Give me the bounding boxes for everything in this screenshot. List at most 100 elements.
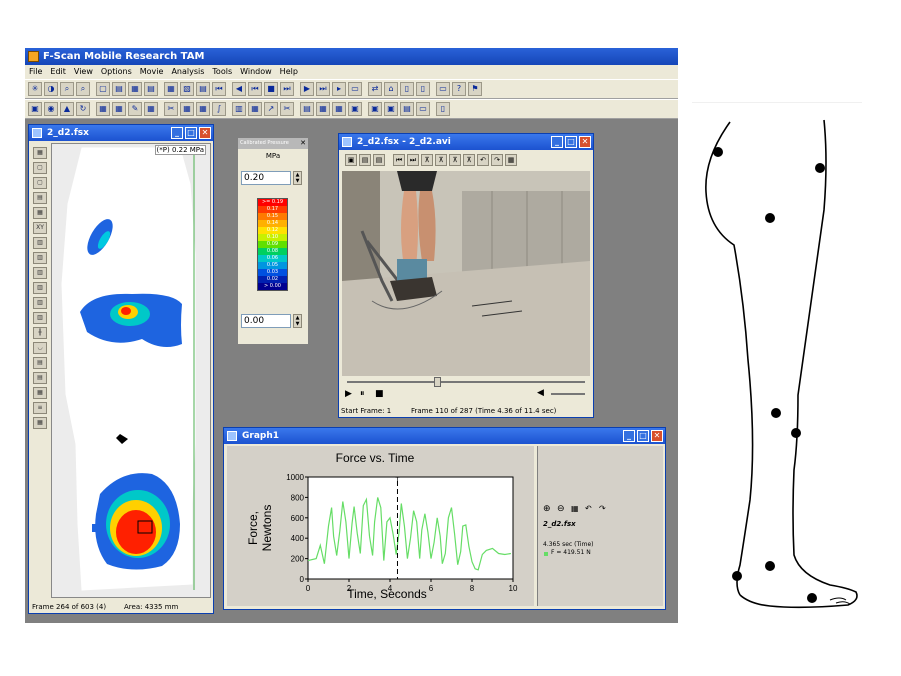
- map-tool-9-icon[interactable]: ▥: [33, 282, 47, 294]
- minimize-button[interactable]: _: [551, 136, 563, 148]
- main-tool-7-icon[interactable]: ▤: [144, 82, 158, 96]
- video-tool-6-icon[interactable]: ⊼: [435, 154, 447, 166]
- main-tool-12-icon[interactable]: ◀: [232, 82, 246, 96]
- analysis-tool-3-icon[interactable]: ↻: [76, 102, 90, 116]
- main-tool-15-icon[interactable]: ⏭: [280, 82, 294, 96]
- analysis-tool-5-icon[interactable]: ▦: [112, 102, 126, 116]
- sensor-map-area[interactable]: (*P) 0.22 MPa: [51, 143, 211, 598]
- main-tool-9-icon[interactable]: ▧: [180, 82, 194, 96]
- pressure-map-title-bar[interactable]: 2_d2.fsx _ □ ✕: [29, 125, 213, 141]
- analysis-tool-1-icon[interactable]: ◉: [44, 102, 58, 116]
- video-tool-1-icon[interactable]: ▤: [359, 154, 371, 166]
- zoom-out-icon[interactable]: ⊖: [557, 504, 565, 514]
- map-tool-11-icon[interactable]: ▥: [33, 312, 47, 324]
- map-tool-7-icon[interactable]: ▥: [33, 252, 47, 264]
- video-progress-track[interactable]: [347, 381, 585, 383]
- xy-plot-button[interactable]: XY: [33, 222, 47, 234]
- menu-item-tools[interactable]: Tools: [212, 67, 232, 76]
- data-view-icon[interactable]: ▦: [571, 504, 579, 513]
- video-window[interactable]: 2_d2.fsx - 2_d2.avi _ □ ✕ ▣ ▤ ▤ ⏮ ⏭ ⊼ ⊼ ⊼ ⊼ ↶ ↷ ▦: [338, 133, 594, 418]
- menu-item-edit[interactable]: Edit: [50, 67, 66, 76]
- analysis-tool-16-icon[interactable]: ▤: [300, 102, 314, 116]
- map-tool-16-icon[interactable]: ▦: [33, 387, 47, 399]
- main-tool-23-icon[interactable]: ▯: [416, 82, 430, 96]
- analysis-tool-13-icon[interactable]: ▦: [248, 102, 262, 116]
- main-tool-4-icon[interactable]: ▢: [96, 82, 110, 96]
- video-tool-11-icon[interactable]: ▦: [505, 154, 517, 166]
- video-tool-9-icon[interactable]: ↶: [477, 154, 489, 166]
- main-tool-0-icon[interactable]: ✳: [28, 82, 42, 96]
- analysis-tool-18-icon[interactable]: ▦: [332, 102, 346, 116]
- map-tool-3-icon[interactable]: ▤: [33, 192, 47, 204]
- minimize-button[interactable]: _: [623, 430, 635, 442]
- video-tool-4-icon[interactable]: ⏭: [407, 154, 419, 166]
- volume-slider[interactable]: [551, 393, 585, 395]
- cursor-left-icon[interactable]: ↶: [585, 504, 592, 513]
- video-tool-8-icon[interactable]: ⊼: [463, 154, 475, 166]
- maximize-button[interactable]: □: [185, 127, 197, 139]
- main-tool-1-icon[interactable]: ◑: [44, 82, 58, 96]
- map-tool-15-icon[interactable]: ▤: [33, 372, 47, 384]
- video-tool-3-icon[interactable]: ⏮: [393, 154, 405, 166]
- video-tool-0-icon[interactable]: ▣: [345, 154, 357, 166]
- graph-title-bar[interactable]: Graph1 _ □ ✕: [224, 428, 665, 444]
- main-tool-22-icon[interactable]: ▯: [400, 82, 414, 96]
- main-tool-5-icon[interactable]: ▤: [112, 82, 126, 96]
- close-button[interactable]: ✕: [651, 430, 663, 442]
- analysis-tool-10-icon[interactable]: ▦: [196, 102, 210, 116]
- analysis-tool-6-icon[interactable]: ✎: [128, 102, 142, 116]
- maximize-button[interactable]: □: [565, 136, 577, 148]
- analysis-tool-21-icon[interactable]: ▣: [384, 102, 398, 116]
- zoom-in-icon[interactable]: ⊕: [543, 504, 551, 514]
- main-tool-6-icon[interactable]: ▦: [128, 82, 142, 96]
- analysis-tool-20-icon[interactable]: ▣: [368, 102, 382, 116]
- analysis-tool-4-icon[interactable]: ▦: [96, 102, 110, 116]
- main-tool-2-icon[interactable]: ⌕: [60, 82, 74, 96]
- analysis-tool-23-icon[interactable]: ▭: [416, 102, 430, 116]
- main-tool-3-icon[interactable]: ⌕: [76, 82, 90, 96]
- main-tool-16-icon[interactable]: ▶: [300, 82, 314, 96]
- main-tool-19-icon[interactable]: ▭: [348, 82, 362, 96]
- map-tool-17-icon[interactable]: ≡: [33, 402, 47, 414]
- cursor-right-icon[interactable]: ↷: [599, 504, 606, 513]
- legend-title-bar[interactable]: Calibrated Pressure ✕: [238, 138, 308, 149]
- main-tool-20-icon[interactable]: ⇄: [368, 82, 382, 96]
- map-tool-13-icon[interactable]: ◡: [33, 342, 47, 354]
- map-tool-0-icon[interactable]: ▦: [33, 147, 47, 159]
- volume-icon[interactable]: ◀: [537, 388, 544, 398]
- analysis-tool-0-icon[interactable]: ▣: [28, 102, 42, 116]
- analysis-tool-8-icon[interactable]: ✂: [164, 102, 178, 116]
- min-value-field[interactable]: 0.00: [241, 314, 291, 328]
- map-tool-18-icon[interactable]: ▦: [33, 417, 47, 429]
- main-tool-11-icon[interactable]: ⏮: [212, 82, 226, 96]
- map-tool-2-icon[interactable]: ▢: [33, 177, 47, 189]
- legend-close-icon[interactable]: ✕: [300, 138, 306, 149]
- analysis-tool-14-icon[interactable]: ↗: [264, 102, 278, 116]
- main-tool-21-icon[interactable]: ⌂: [384, 82, 398, 96]
- map-tool-4-icon[interactable]: ▦: [33, 207, 47, 219]
- pressure-map-window[interactable]: 2_d2.fsx _ □ ✕ ▦ ▢ ▢ ▤ ▦ XY ▥ ▥ ▥ ▥ ▥ ▥ ╫ ◡ ▤ ▤ ▦ ≡ ▦: [28, 124, 214, 614]
- menu-item-window[interactable]: Window: [240, 67, 272, 76]
- graph-window[interactable]: Graph1 _ □ ✕ Force vs. Time Time, Second…: [223, 427, 666, 610]
- analysis-tool-9-icon[interactable]: ▦: [180, 102, 194, 116]
- menu-item-file[interactable]: File: [29, 67, 42, 76]
- analysis-tool-15-icon[interactable]: ✂: [280, 102, 294, 116]
- main-tool-25-icon[interactable]: ?: [452, 82, 466, 96]
- map-tool-12-icon[interactable]: ╫: [33, 327, 47, 339]
- menu-item-options[interactable]: Options: [101, 67, 132, 76]
- map-tool-14-icon[interactable]: ▤: [33, 357, 47, 369]
- min-value-spinner[interactable]: ▲ ▼: [293, 314, 302, 328]
- minimize-button[interactable]: _: [171, 127, 183, 139]
- analysis-tool-11-icon[interactable]: ∫: [212, 102, 226, 116]
- main-tool-13-icon[interactable]: ⏮: [248, 82, 262, 96]
- video-tool-10-icon[interactable]: ↷: [491, 154, 503, 166]
- menu-item-movie[interactable]: Movie: [140, 67, 164, 76]
- force-time-chart[interactable]: Force vs. Time Time, Seconds Force, Newto…: [227, 446, 534, 606]
- main-tool-24-icon[interactable]: ▭: [436, 82, 450, 96]
- map-tool-10-icon[interactable]: ▥: [33, 297, 47, 309]
- main-tool-17-icon[interactable]: ⏭: [316, 82, 330, 96]
- map-tool-1-icon[interactable]: ▢: [33, 162, 47, 174]
- menu-item-help[interactable]: Help: [280, 67, 298, 76]
- main-tool-18-icon[interactable]: ▸: [332, 82, 346, 96]
- video-tool-5-icon[interactable]: ⊼: [421, 154, 433, 166]
